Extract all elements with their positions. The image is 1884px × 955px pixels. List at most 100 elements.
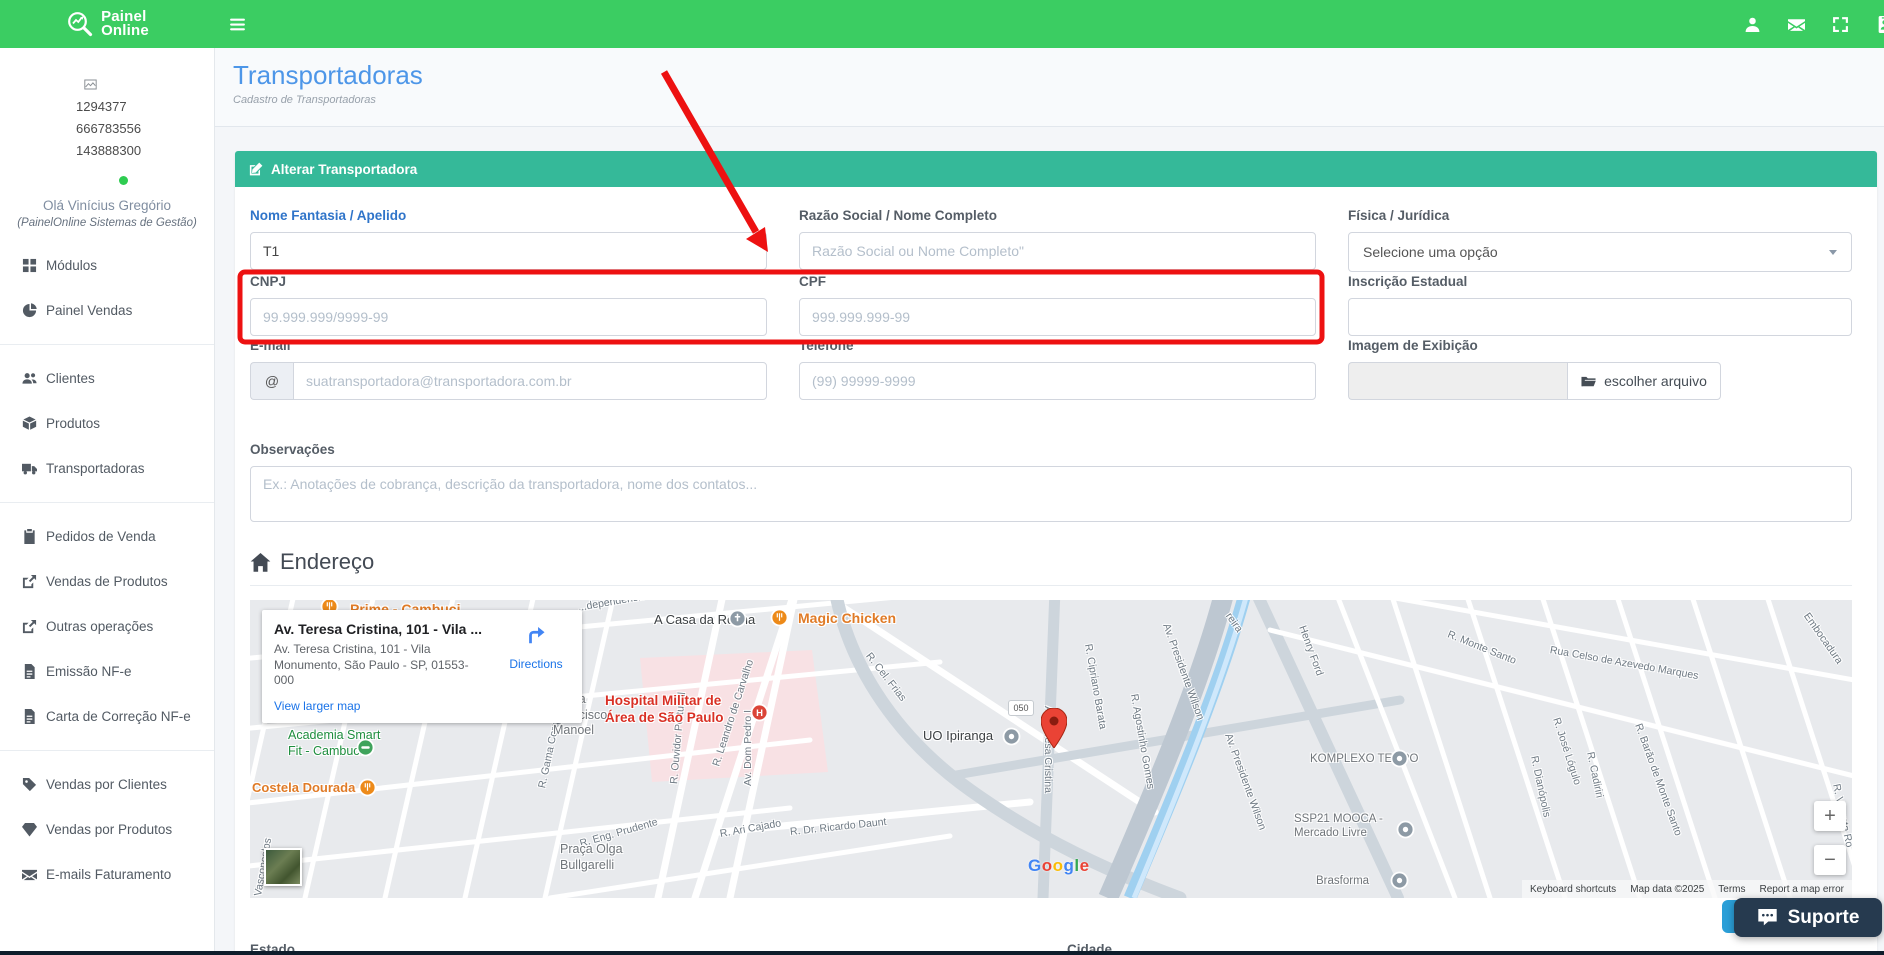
sidebar-item-vendas-por-clientes[interactable]: Vendas por Clientes [0, 762, 214, 807]
razao-social-input[interactable] [799, 232, 1316, 270]
tag-icon [22, 777, 37, 792]
sidebar-item-emissao-nf-e[interactable]: Emissão NF-e [0, 649, 214, 694]
escolher-arquivo-button[interactable]: escolher arquivo [1567, 362, 1721, 400]
grid-icon [22, 258, 37, 273]
fisica-juridica-select[interactable]: Selecione uma opção [1348, 232, 1852, 272]
suporte-button[interactable]: Suporte [1734, 898, 1882, 937]
email-addon: @ [250, 362, 293, 400]
email-input[interactable] [293, 362, 767, 400]
chat-icon [1757, 907, 1778, 928]
map-data-text: Map data ©2025 [1630, 884, 1704, 895]
folder-open-icon [1581, 374, 1596, 389]
sidebar-item-label: Emissão NF-e [46, 664, 132, 679]
logo-icon [66, 10, 94, 38]
zoom-out-button[interactable]: − [1814, 845, 1846, 875]
observacoes-label: Observações [250, 442, 1852, 459]
sidebar-item-produtos[interactable]: Produtos [0, 401, 214, 446]
map-poi-pin-icon[interactable]: H [750, 703, 769, 722]
map-poi[interactable]: Praça Olga Bullgarelli [560, 842, 623, 873]
map-poi-pin-icon[interactable] [1390, 871, 1409, 890]
map-poi-pin-icon[interactable] [1390, 749, 1409, 768]
page-subtitle: Cadastro de Transportadoras [233, 94, 1884, 106]
sidebar-item-e-mails-faturamento[interactable]: E-mails Faturamento [0, 852, 214, 897]
map-poi[interactable]: Hospital Militar de Área de São Paulo [605, 693, 724, 727]
sidebar-item-painel-vendas[interactable]: Painel Vendas [0, 288, 214, 333]
id-badge-icon[interactable] [1876, 16, 1884, 33]
sidebar-item-label: Outras operações [46, 619, 153, 634]
sidebar-divider [0, 750, 214, 751]
envelope-icon [22, 867, 37, 882]
imagem-filename-box[interactable] [1348, 362, 1567, 400]
map-poi-pin-icon[interactable] [1002, 727, 1021, 746]
map-info-card: Av. Teresa Cristina, 101 - Vila ... Av. … [262, 610, 582, 723]
sidebar-item-vendas-por-produtos[interactable]: Vendas por Produtos [0, 807, 214, 852]
map-poi[interactable]: Magic Chicken [798, 610, 896, 628]
nome-fantasia-input[interactable] [250, 232, 767, 270]
map-poi[interactable]: UO Ipiranga [923, 728, 993, 744]
inscricao-estadual-label: Inscrição Estadual [1348, 274, 1852, 291]
map-poi-pin-icon[interactable] [356, 738, 375, 757]
sidebar-divider [0, 344, 214, 345]
report-map-error-link[interactable]: Report a map error [1760, 884, 1844, 895]
suporte-label: Suporte [1788, 907, 1860, 929]
map-poi[interactable]: Brasforma [1316, 874, 1369, 888]
map-poi-pin-icon[interactable] [358, 778, 377, 797]
fullscreen-icon [1832, 16, 1849, 33]
map-marker-icon[interactable] [1041, 708, 1067, 748]
satellite-view-thumbnail[interactable] [264, 848, 302, 886]
sidebar-item-transportadoras[interactable]: Transportadoras [0, 446, 214, 491]
telefone-input[interactable] [799, 362, 1316, 400]
online-status-dot [119, 176, 128, 185]
field-cpf: CPF [799, 274, 1316, 336]
envelope-icon[interactable] [1788, 16, 1805, 33]
sidebar-toggle-icon[interactable] [229, 16, 246, 33]
observacoes-textarea[interactable] [250, 466, 1852, 522]
app-logo[interactable]: Painel Online [0, 10, 215, 38]
map-poi[interactable]: Costela Dourada [252, 780, 355, 796]
users-icon [22, 371, 37, 386]
map-poi-pin-icon[interactable] [728, 609, 747, 628]
page-title: Transportadoras [233, 60, 1884, 91]
directions-icon [525, 624, 547, 646]
sidebar-item-pedidos-de-venda[interactable]: Pedidos de Venda [0, 514, 214, 559]
razao-social-label: Razão Social / Nome Completo [799, 208, 1316, 225]
id-badge-icon [1876, 16, 1884, 33]
chevron-down-icon [1829, 250, 1837, 255]
file-icon [22, 709, 37, 724]
road-shield: 050 [1008, 700, 1034, 716]
user-greeting: Olá Vinícius Gregório [0, 198, 214, 213]
google-logo[interactable]: Google [1028, 856, 1090, 876]
endereco-heading: Endereço [250, 549, 1852, 575]
terms-link[interactable]: Terms [1718, 884, 1745, 895]
map-poi-pin-icon[interactable] [1396, 820, 1415, 839]
sidebar-item-modulos[interactable]: Módulos [0, 243, 214, 288]
user-icon[interactable] [1744, 16, 1761, 33]
map-poi[interactable]: SSP21 MOOCA - Mercado Livre [1294, 812, 1383, 841]
field-cnpj: CNPJ [250, 274, 767, 336]
map[interactable]: R. Gama CerqueiraVasconcelosR. Ouvidor P… [250, 600, 1852, 898]
cube-icon [22, 416, 37, 431]
keyboard-shortcuts-link[interactable]: Keyboard shortcuts [1530, 884, 1616, 895]
zoom-in-button[interactable]: + [1814, 801, 1846, 831]
directions-button[interactable]: Directions [506, 624, 566, 671]
view-larger-map-link[interactable]: View larger map [274, 699, 360, 713]
sidebar-item-outras-operacoes[interactable]: Outras operações [0, 604, 214, 649]
fullscreen-icon[interactable] [1832, 16, 1849, 33]
sidebar-item-vendas-de-produtos[interactable]: Vendas de Produtos [0, 559, 214, 604]
logo-line2: Online [101, 22, 149, 39]
field-email: E-mail @ [250, 338, 767, 400]
select-value: Selecione uma opção [1363, 244, 1498, 260]
page-header: Transportadoras Cadastro de Transportado… [215, 48, 1884, 127]
hamburger-icon [229, 16, 246, 33]
cpf-input[interactable] [799, 298, 1316, 336]
window-bottom-edge [0, 951, 1884, 955]
sidebar-item-carta-de-correcao-nf-e[interactable]: Carta de Correção NF-e [0, 694, 214, 739]
sidebar-item-clientes[interactable]: Clientes [0, 356, 214, 401]
map-poi-pin-icon[interactable] [770, 608, 789, 627]
cnpj-input[interactable] [250, 298, 767, 336]
field-razao-social: Razão Social / Nome Completo [799, 208, 1316, 272]
top-navbar: Painel Online [0, 0, 1884, 48]
pie-icon [22, 303, 37, 318]
inscricao-estadual-input[interactable] [1348, 298, 1852, 336]
sidebar-item-label: Vendas por Produtos [46, 822, 172, 837]
